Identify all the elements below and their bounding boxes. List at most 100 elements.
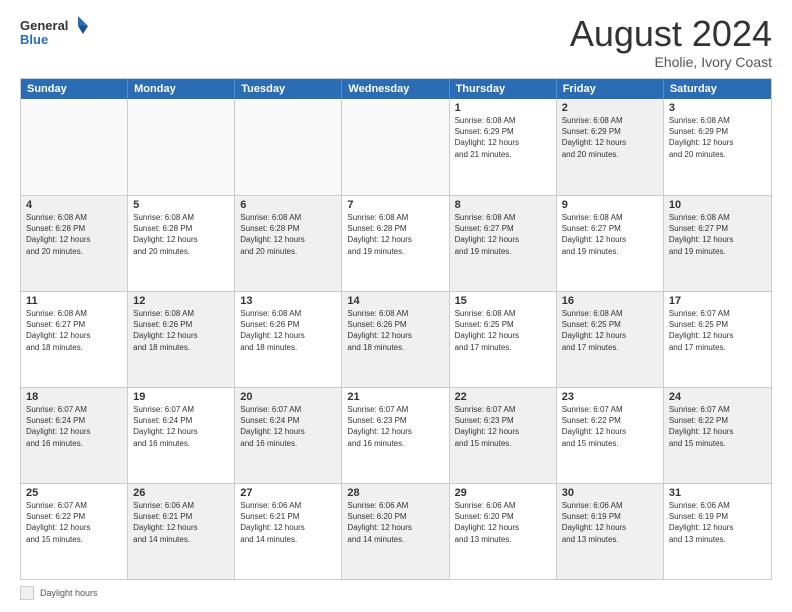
- day-info: Sunrise: 6:08 AM Sunset: 6:27 PM Dayligh…: [562, 212, 658, 257]
- day-cell-26: 26Sunrise: 6:06 AM Sunset: 6:21 PM Dayli…: [128, 484, 235, 579]
- day-info: Sunrise: 6:08 AM Sunset: 6:26 PM Dayligh…: [240, 308, 336, 353]
- day-number: 8: [455, 199, 551, 211]
- day-cell-4: 4Sunrise: 6:08 AM Sunset: 6:28 PM Daylig…: [21, 196, 128, 291]
- day-cell-16: 16Sunrise: 6:08 AM Sunset: 6:25 PM Dayli…: [557, 292, 664, 387]
- day-cell-15: 15Sunrise: 6:08 AM Sunset: 6:25 PM Dayli…: [450, 292, 557, 387]
- day-info: Sunrise: 6:08 AM Sunset: 6:25 PM Dayligh…: [562, 308, 658, 353]
- empty-cell: [342, 99, 449, 195]
- day-number: 16: [562, 295, 658, 307]
- calendar-week-5: 25Sunrise: 6:07 AM Sunset: 6:22 PM Dayli…: [21, 483, 771, 579]
- day-info: Sunrise: 6:07 AM Sunset: 6:22 PM Dayligh…: [562, 404, 658, 449]
- day-info: Sunrise: 6:07 AM Sunset: 6:22 PM Dayligh…: [669, 404, 766, 449]
- svg-text:Blue: Blue: [20, 32, 48, 47]
- day-number: 15: [455, 295, 551, 307]
- day-info: Sunrise: 6:07 AM Sunset: 6:24 PM Dayligh…: [26, 404, 122, 449]
- day-cell-3: 3Sunrise: 6:08 AM Sunset: 6:29 PM Daylig…: [664, 99, 771, 195]
- day-number: 26: [133, 487, 229, 499]
- header-tuesday: Tuesday: [235, 79, 342, 99]
- day-info: Sunrise: 6:07 AM Sunset: 6:23 PM Dayligh…: [347, 404, 443, 449]
- calendar-week-1: 1Sunrise: 6:08 AM Sunset: 6:29 PM Daylig…: [21, 99, 771, 195]
- day-info: Sunrise: 6:06 AM Sunset: 6:19 PM Dayligh…: [669, 500, 766, 545]
- header-wednesday: Wednesday: [342, 79, 449, 99]
- header-friday: Friday: [557, 79, 664, 99]
- day-number: 9: [562, 199, 658, 211]
- day-number: 24: [669, 391, 766, 403]
- day-info: Sunrise: 6:08 AM Sunset: 6:29 PM Dayligh…: [455, 115, 551, 160]
- day-cell-23: 23Sunrise: 6:07 AM Sunset: 6:22 PM Dayli…: [557, 388, 664, 483]
- day-info: Sunrise: 6:07 AM Sunset: 6:25 PM Dayligh…: [669, 308, 766, 353]
- title-month: August 2024: [570, 16, 772, 52]
- day-number: 22: [455, 391, 551, 403]
- calendar-week-2: 4Sunrise: 6:08 AM Sunset: 6:28 PM Daylig…: [21, 195, 771, 291]
- day-number: 7: [347, 199, 443, 211]
- calendar-header: Sunday Monday Tuesday Wednesday Thursday…: [21, 79, 771, 99]
- calendar-body: 1Sunrise: 6:08 AM Sunset: 6:29 PM Daylig…: [21, 99, 771, 579]
- day-number: 10: [669, 199, 766, 211]
- day-cell-24: 24Sunrise: 6:07 AM Sunset: 6:22 PM Dayli…: [664, 388, 771, 483]
- day-cell-8: 8Sunrise: 6:08 AM Sunset: 6:27 PM Daylig…: [450, 196, 557, 291]
- day-info: Sunrise: 6:08 AM Sunset: 6:26 PM Dayligh…: [347, 308, 443, 353]
- day-cell-11: 11Sunrise: 6:08 AM Sunset: 6:27 PM Dayli…: [21, 292, 128, 387]
- day-number: 2: [562, 102, 658, 114]
- day-cell-19: 19Sunrise: 6:07 AM Sunset: 6:24 PM Dayli…: [128, 388, 235, 483]
- header-thursday: Thursday: [450, 79, 557, 99]
- day-info: Sunrise: 6:06 AM Sunset: 6:19 PM Dayligh…: [562, 500, 658, 545]
- empty-cell: [128, 99, 235, 195]
- day-info: Sunrise: 6:08 AM Sunset: 6:28 PM Dayligh…: [240, 212, 336, 257]
- day-number: 28: [347, 487, 443, 499]
- day-info: Sunrise: 6:08 AM Sunset: 6:27 PM Dayligh…: [26, 308, 122, 353]
- logo-icon: GeneralBlue: [20, 16, 100, 52]
- day-number: 25: [26, 487, 122, 499]
- day-cell-27: 27Sunrise: 6:06 AM Sunset: 6:21 PM Dayli…: [235, 484, 342, 579]
- day-cell-7: 7Sunrise: 6:08 AM Sunset: 6:28 PM Daylig…: [342, 196, 449, 291]
- day-number: 18: [26, 391, 122, 403]
- header-saturday: Saturday: [664, 79, 771, 99]
- day-info: Sunrise: 6:06 AM Sunset: 6:21 PM Dayligh…: [133, 500, 229, 545]
- day-number: 20: [240, 391, 336, 403]
- day-cell-20: 20Sunrise: 6:07 AM Sunset: 6:24 PM Dayli…: [235, 388, 342, 483]
- day-number: 6: [240, 199, 336, 211]
- day-number: 23: [562, 391, 658, 403]
- day-number: 31: [669, 487, 766, 499]
- day-info: Sunrise: 6:08 AM Sunset: 6:28 PM Dayligh…: [347, 212, 443, 257]
- day-cell-13: 13Sunrise: 6:08 AM Sunset: 6:26 PM Dayli…: [235, 292, 342, 387]
- day-number: 4: [26, 199, 122, 211]
- calendar-week-4: 18Sunrise: 6:07 AM Sunset: 6:24 PM Dayli…: [21, 387, 771, 483]
- calendar: Sunday Monday Tuesday Wednesday Thursday…: [20, 78, 772, 580]
- day-info: Sunrise: 6:06 AM Sunset: 6:20 PM Dayligh…: [347, 500, 443, 545]
- day-info: Sunrise: 6:08 AM Sunset: 6:26 PM Dayligh…: [133, 308, 229, 353]
- day-info: Sunrise: 6:06 AM Sunset: 6:20 PM Dayligh…: [455, 500, 551, 545]
- day-cell-2: 2Sunrise: 6:08 AM Sunset: 6:29 PM Daylig…: [557, 99, 664, 195]
- day-cell-31: 31Sunrise: 6:06 AM Sunset: 6:19 PM Dayli…: [664, 484, 771, 579]
- day-cell-6: 6Sunrise: 6:08 AM Sunset: 6:28 PM Daylig…: [235, 196, 342, 291]
- day-cell-12: 12Sunrise: 6:08 AM Sunset: 6:26 PM Dayli…: [128, 292, 235, 387]
- day-info: Sunrise: 6:08 AM Sunset: 6:27 PM Dayligh…: [455, 212, 551, 257]
- day-number: 1: [455, 102, 551, 114]
- day-info: Sunrise: 6:08 AM Sunset: 6:27 PM Dayligh…: [669, 212, 766, 257]
- header-sunday: Sunday: [21, 79, 128, 99]
- day-number: 3: [669, 102, 766, 114]
- day-info: Sunrise: 6:07 AM Sunset: 6:24 PM Dayligh…: [133, 404, 229, 449]
- footer: Daylight hours: [20, 586, 772, 600]
- day-number: 30: [562, 487, 658, 499]
- day-cell-17: 17Sunrise: 6:07 AM Sunset: 6:25 PM Dayli…: [664, 292, 771, 387]
- empty-cell: [21, 99, 128, 195]
- header-monday: Monday: [128, 79, 235, 99]
- day-number: 13: [240, 295, 336, 307]
- day-number: 19: [133, 391, 229, 403]
- day-cell-9: 9Sunrise: 6:08 AM Sunset: 6:27 PM Daylig…: [557, 196, 664, 291]
- day-info: Sunrise: 6:07 AM Sunset: 6:23 PM Dayligh…: [455, 404, 551, 449]
- day-number: 12: [133, 295, 229, 307]
- day-cell-30: 30Sunrise: 6:06 AM Sunset: 6:19 PM Dayli…: [557, 484, 664, 579]
- day-cell-18: 18Sunrise: 6:07 AM Sunset: 6:24 PM Dayli…: [21, 388, 128, 483]
- day-info: Sunrise: 6:08 AM Sunset: 6:28 PM Dayligh…: [26, 212, 122, 257]
- day-info: Sunrise: 6:08 AM Sunset: 6:25 PM Dayligh…: [455, 308, 551, 353]
- day-cell-22: 22Sunrise: 6:07 AM Sunset: 6:23 PM Dayli…: [450, 388, 557, 483]
- day-number: 5: [133, 199, 229, 211]
- legend-box: [20, 586, 34, 600]
- day-number: 29: [455, 487, 551, 499]
- legend-label: Daylight hours: [40, 588, 98, 598]
- day-cell-1: 1Sunrise: 6:08 AM Sunset: 6:29 PM Daylig…: [450, 99, 557, 195]
- day-number: 27: [240, 487, 336, 499]
- day-number: 14: [347, 295, 443, 307]
